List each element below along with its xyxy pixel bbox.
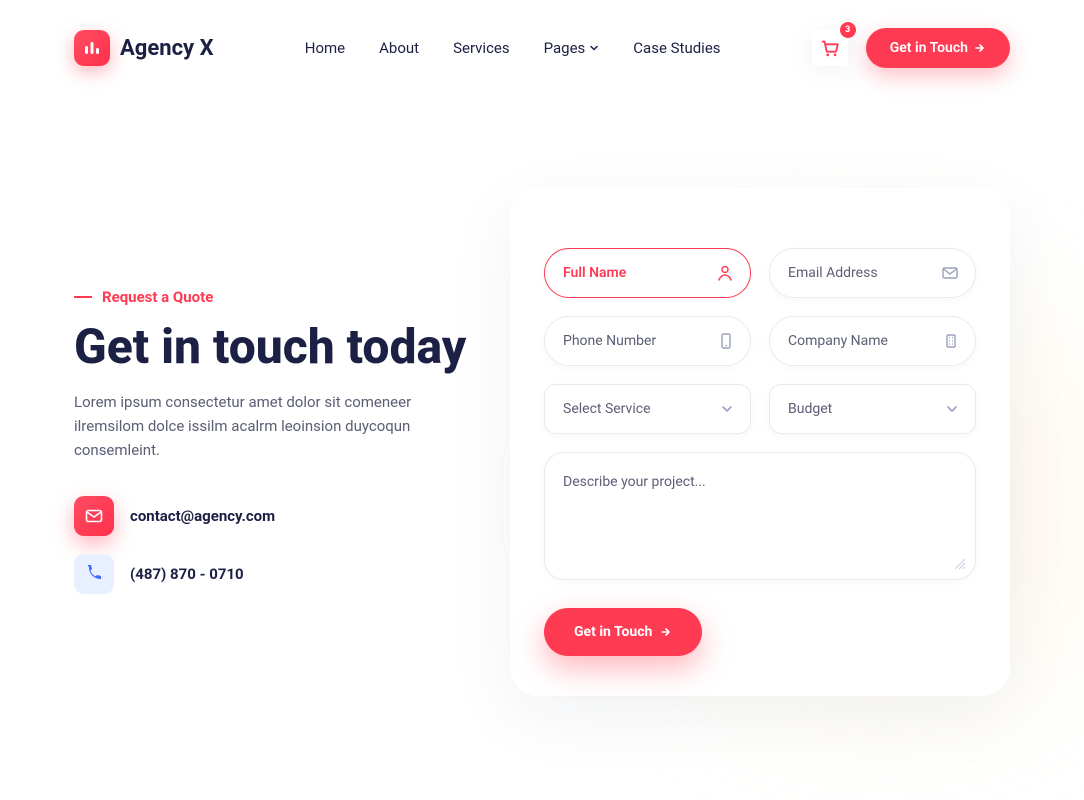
logo[interactable]: Agency X bbox=[74, 30, 214, 66]
email-field[interactable]: Email Address bbox=[769, 248, 976, 298]
arrow-right-icon bbox=[660, 626, 672, 638]
building-icon bbox=[943, 332, 959, 350]
budget-select[interactable]: Budget bbox=[769, 384, 976, 434]
phone-icon bbox=[74, 554, 114, 594]
header-cta-button[interactable]: Get in Touch bbox=[866, 28, 1010, 68]
contact-phone[interactable]: (487) 870 - 0710 bbox=[130, 565, 244, 583]
phone-field[interactable]: Phone Number bbox=[544, 316, 751, 366]
nav-link-case-studies[interactable]: Case Studies bbox=[633, 39, 720, 57]
submit-button[interactable]: Get in Touch bbox=[544, 608, 702, 656]
eyebrow-label: Request a Quote bbox=[74, 288, 470, 306]
full-name-field[interactable]: Full Name bbox=[544, 248, 751, 298]
site-header: Agency X Home About Services Pages Case … bbox=[0, 0, 1084, 68]
contact-email[interactable]: contact@agency.com bbox=[130, 507, 275, 525]
service-select[interactable]: Select Service bbox=[544, 384, 751, 434]
mail-icon bbox=[74, 496, 114, 536]
logo-mark-icon bbox=[74, 30, 110, 66]
nav-link-pages[interactable]: Pages bbox=[544, 39, 600, 57]
message-textarea[interactable]: Describe your project... bbox=[544, 452, 976, 580]
cart-count-badge: 3 bbox=[840, 22, 856, 38]
chevron-down-icon bbox=[720, 402, 734, 416]
nav-link-about[interactable]: About bbox=[379, 39, 419, 57]
mail-outline-icon bbox=[941, 264, 959, 282]
page-description: Lorem ipsum consectetur amet dolor sit c… bbox=[74, 390, 470, 462]
contact-email-row: contact@agency.com bbox=[74, 496, 470, 536]
brand-text: Agency X bbox=[120, 36, 214, 61]
main-nav: Home About Services Pages Case Studies bbox=[305, 39, 721, 57]
cart-button[interactable]: 3 bbox=[812, 30, 848, 66]
page-title: Get in touch today bbox=[74, 322, 470, 372]
chevron-down-icon bbox=[589, 43, 599, 53]
mobile-icon bbox=[718, 332, 734, 350]
chevron-down-icon bbox=[945, 402, 959, 416]
arrow-right-icon bbox=[974, 42, 986, 54]
user-icon bbox=[716, 264, 734, 282]
contact-form-card: Full Name Email Address Phone Number Com… bbox=[510, 188, 1010, 696]
cart-icon bbox=[819, 37, 841, 59]
contact-phone-row: (487) 870 - 0710 bbox=[74, 554, 470, 594]
resize-handle-icon bbox=[955, 559, 965, 569]
nav-link-services[interactable]: Services bbox=[453, 39, 510, 57]
hero-text: Request a Quote Get in touch today Lorem… bbox=[74, 188, 470, 696]
company-field[interactable]: Company Name bbox=[769, 316, 976, 366]
nav-link-home[interactable]: Home bbox=[305, 39, 345, 57]
eyebrow-line-icon bbox=[74, 296, 92, 298]
